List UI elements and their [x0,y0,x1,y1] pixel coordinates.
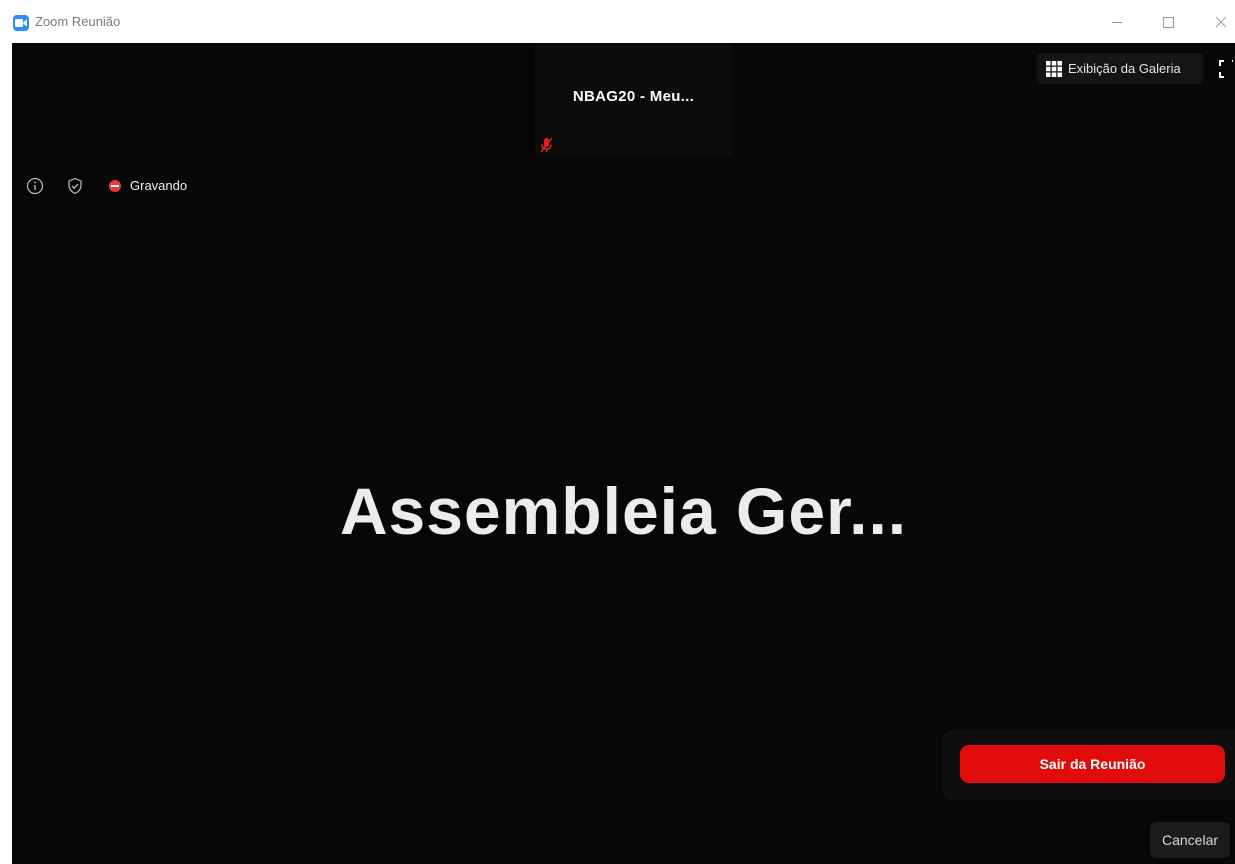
maximize-icon [1163,17,1174,28]
fullscreen-icon[interactable] [1219,60,1233,78]
close-button[interactable] [1207,8,1235,36]
participant-thumbnail[interactable]: NBAG20 - Meu... [535,43,732,156]
gallery-view-label: Exibição da Galeria [1068,61,1181,76]
info-icon[interactable] [26,177,44,195]
title-bar: Zoom Reunião [0,0,1235,43]
minimize-icon [1112,22,1122,23]
minimize-button[interactable] [1102,8,1132,36]
recording-icon [109,180,121,192]
shield-check-icon[interactable] [66,177,84,195]
recording-label: Gravando [130,178,188,193]
zoom-logo-icon [13,15,29,31]
maximize-button[interactable] [1153,8,1183,36]
window-frame-left [0,0,12,864]
grid-icon [1046,60,1062,77]
participant-name: NBAG20 - Meu... [572,88,695,105]
cancel-button[interactable]: Cancelar [1150,822,1230,858]
gallery-view-button[interactable]: Exibição da Galeria [1037,53,1203,84]
meeting-stage: NBAG20 - Meu... Exibição da Galeria Grav… [12,43,1235,864]
mic-muted-icon [540,137,553,153]
window-title: Zoom Reunião [35,14,121,29]
close-icon [1215,16,1227,28]
leave-meeting-button[interactable]: Sair da Reunião [960,745,1225,783]
shared-screen-title: Assembleia Ger... [339,474,908,548]
